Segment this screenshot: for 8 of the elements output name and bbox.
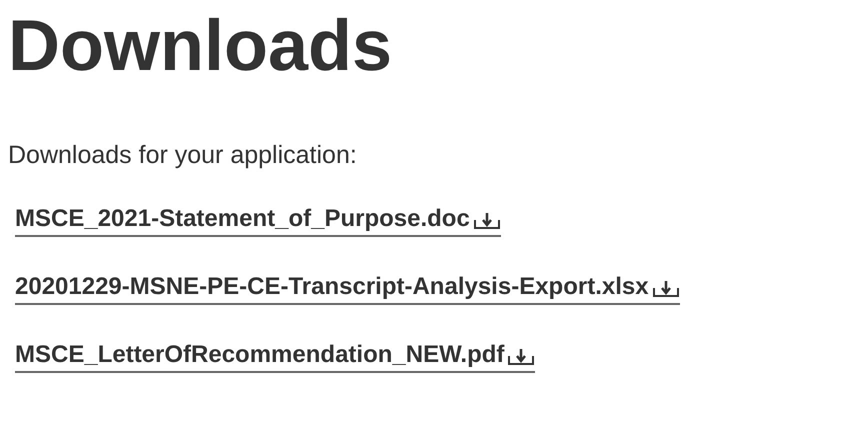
file-link[interactable]: 20201229-MSNE-PE-CE-Transcript-Analysis-Export.xlsx bbox=[15, 273, 680, 305]
intro-text: Downloads for your application: bbox=[8, 140, 357, 170]
download-icon bbox=[472, 210, 501, 230]
download-icon bbox=[507, 346, 536, 366]
page-title: Downloads bbox=[8, 5, 392, 88]
file-link[interactable]: MSCE_LetterOfRecommendation_NEW.pdf bbox=[15, 341, 536, 373]
file-link[interactable]: MSCE_2021-Statement_of_Purpose.doc bbox=[15, 205, 501, 237]
download-icon bbox=[652, 278, 680, 298]
